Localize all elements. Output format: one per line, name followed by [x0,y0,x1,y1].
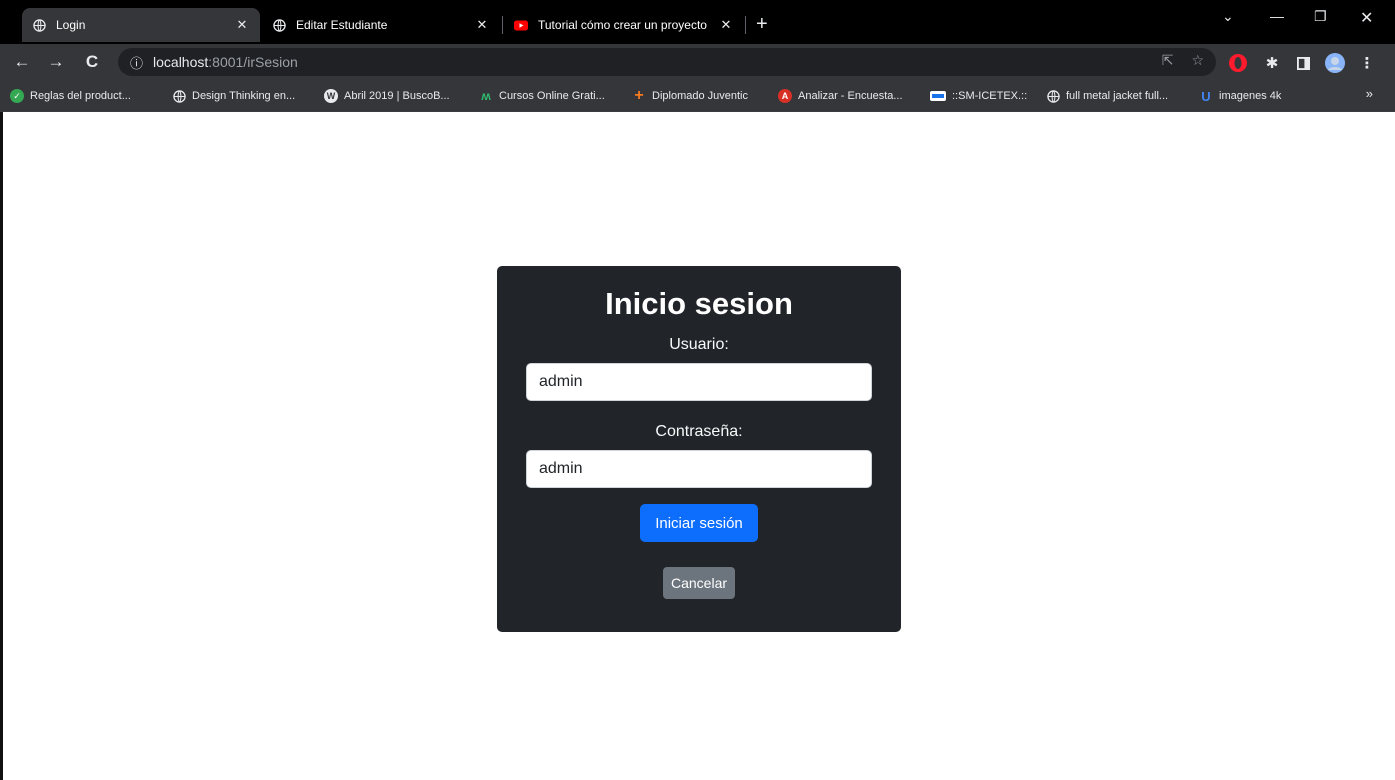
new-tab-plus-icon[interactable]: + [756,14,768,34]
bookmark-item[interactable]: full metal jacket full... [1046,87,1168,105]
browser-chrome: Login ✕ Editar Estudiante ✕ Tutorial cóm… [0,0,1395,112]
login-button[interactable]: Iniciar sesión [640,504,758,542]
bookmark-item[interactable]: U imagenes 4k [1199,87,1281,105]
tab-title: Tutorial cómo crear un proyecto [538,18,707,32]
tab-tutorial[interactable]: Tutorial cómo crear un proyecto ✕ [504,8,744,42]
wordpress-icon: W [324,89,338,103]
login-card: Inicio sesion Usuario: Contraseña: Inici… [497,266,901,632]
menu-kebab-icon[interactable]: ⋮ [1356,52,1378,74]
bookmark-item[interactable]: W Abril 2019 | BuscoB... [324,87,450,105]
opera-icon[interactable] [1227,52,1249,74]
reload-icon[interactable]: C [80,50,104,74]
bookmarks-overflow-chevron-icon[interactable]: » [1366,86,1373,101]
password-label: Contraseña: [655,423,743,440]
restore-icon[interactable]: ❐ [1314,8,1327,25]
browser-toolbar: ← → C ⓘ localhost:8001/irSesion ⇱ ☆ ✱ ⋮ [0,44,1395,80]
bookmark-item[interactable]: ::SM-ICETEX.:: [930,87,1027,105]
extensions-puzzle-icon[interactable]: ✱ [1261,52,1283,74]
username-label: Usuario: [669,336,729,353]
tab-title: Login [56,18,86,32]
banner-icon [930,91,946,101]
bookmark-item[interactable]: + Diplomado Juventic [632,87,748,105]
close-icon[interactable]: ✕ [474,17,490,33]
bookmark-item[interactable]: Design Thinking en... [172,87,295,105]
tab-search-chevron-icon[interactable]: ⌄ [1222,8,1234,25]
page-title: Inicio sesion [605,286,793,321]
youtube-icon [514,18,528,32]
close-icon[interactable]: ✕ [718,17,734,33]
shield-check-icon: ✓ [10,89,24,103]
address-bar[interactable]: ⓘ localhost:8001/irSesion ⇱ ☆ [118,48,1216,76]
info-icon[interactable]: ⓘ [130,53,143,72]
profile-avatar[interactable] [1324,52,1346,74]
tab-editar-estudiante[interactable]: Editar Estudiante ✕ [262,8,500,42]
tab-separator [745,16,746,34]
globe-icon [272,18,286,32]
url-host: localhost [153,54,209,70]
m-logo-icon: ʍ [481,89,491,103]
bookmarks-bar: ✓ Reglas del product... Design Thinking … [0,80,1395,112]
tab-strip: Login ✕ Editar Estudiante ✕ Tutorial cóm… [0,0,1395,44]
cross-icon: + [634,87,644,104]
close-window-icon[interactable]: ✕ [1360,8,1373,28]
bookmark-item[interactable]: A Analizar - Encuesta... [778,87,903,105]
side-panel-icon[interactable] [1292,52,1314,74]
omnibox-actions: ⇱ ☆ [1162,52,1204,69]
username-input[interactable] [526,363,872,401]
bookmark-item[interactable]: ✓ Reglas del product... [10,87,131,105]
minimize-icon[interactable]: — [1270,8,1284,24]
tab-separator [502,16,503,34]
forward-arrow-icon[interactable]: → [44,50,68,74]
cancel-button[interactable]: Cancelar [663,567,735,599]
star-icon[interactable]: ☆ [1191,52,1204,69]
back-arrow-icon[interactable]: ← [10,50,34,74]
tab-title: Editar Estudiante [296,18,388,32]
url-path: :8001/irSesion [208,54,298,70]
globe-icon [1046,89,1060,103]
share-icon[interactable]: ⇱ [1162,52,1174,69]
u-logo-icon: U [1201,88,1211,104]
bookmark-item[interactable]: ʍ Cursos Online Grati... [479,87,604,105]
circle-logo-icon: A [778,89,792,103]
tab-login[interactable]: Login ✕ [22,8,260,42]
close-icon[interactable]: ✕ [234,17,250,33]
password-input[interactable] [526,450,872,488]
globe-icon [32,18,46,32]
globe-icon [172,89,186,103]
